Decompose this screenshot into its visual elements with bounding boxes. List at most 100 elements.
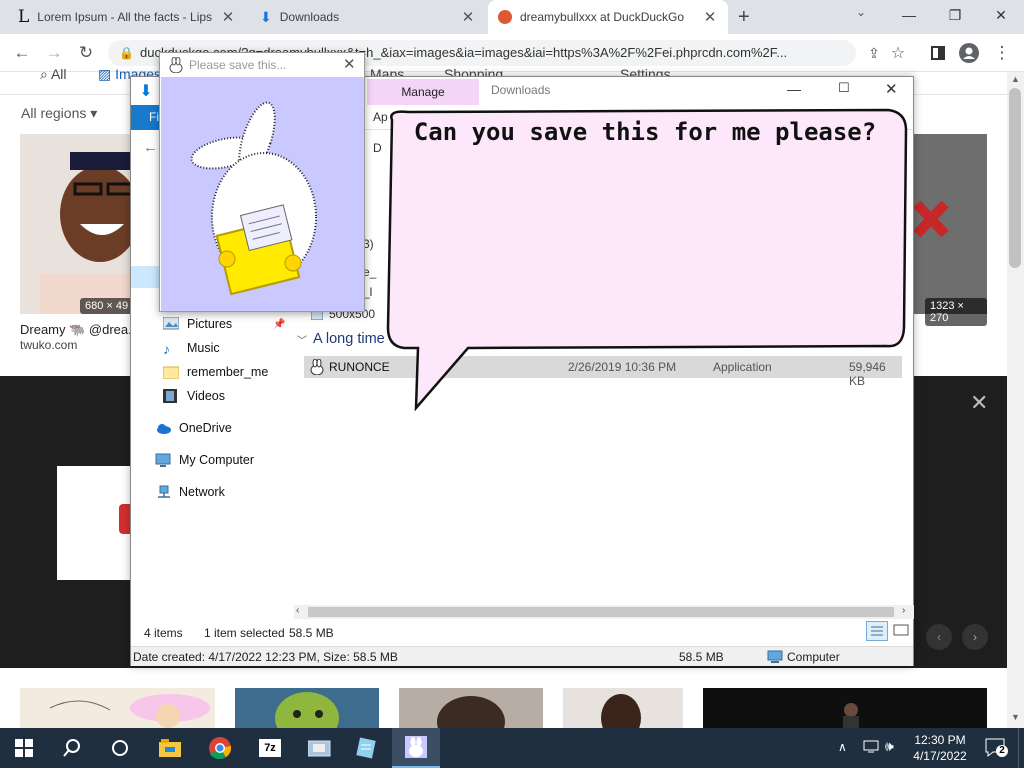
duckduckgo-icon bbox=[498, 10, 512, 24]
details-view-icon[interactable] bbox=[866, 621, 888, 641]
7zip-icon[interactable]: 7z bbox=[246, 728, 294, 768]
page-scrollbar[interactable]: ▲ ▼ bbox=[1007, 72, 1024, 728]
nav-item-my-computer[interactable]: My Computer bbox=[155, 453, 254, 467]
person-thumbnail bbox=[437, 696, 505, 728]
show-desktop-button[interactable] bbox=[1018, 728, 1024, 768]
bunny-app-icon bbox=[168, 57, 184, 73]
nav-item-remember-me[interactable]: remember_me bbox=[163, 365, 268, 379]
onedrive-icon bbox=[157, 424, 171, 434]
show-hidden-icons-chevron[interactable]: ∧ bbox=[838, 740, 847, 754]
profile-icon[interactable] bbox=[957, 42, 981, 64]
browser-tab-downloads[interactable]: ⬇ Downloads ✕ bbox=[250, 0, 486, 34]
maximize-icon[interactable]: ☐ bbox=[838, 80, 850, 96]
image-dimensions-badge: 1323 × 270 bbox=[925, 298, 987, 326]
speech-bubble-text: Can you save this for me please? bbox=[413, 118, 877, 146]
action-center-icon[interactable]: 2 bbox=[984, 736, 1008, 760]
computer-icon bbox=[155, 453, 171, 467]
tab-title: Lorem Ipsum - All the facts - Lips bbox=[37, 10, 213, 24]
image-result-5[interactable] bbox=[399, 688, 543, 728]
network-status-icon[interactable] bbox=[862, 738, 880, 754]
tab-title: Downloads bbox=[279, 10, 340, 24]
close-tab-icon[interactable]: ✕ bbox=[220, 8, 236, 26]
large-icons-view-icon[interactable] bbox=[891, 621, 911, 641]
menu-kebab-icon[interactable]: ⋮ bbox=[990, 42, 1014, 64]
network-icon bbox=[158, 485, 170, 498]
scroll-left-icon[interactable]: ‹ bbox=[296, 605, 299, 616]
clock-time: 12:30 PM bbox=[914, 733, 966, 747]
previous-image-icon[interactable]: ‹ bbox=[926, 624, 952, 650]
image-result-6[interactable] bbox=[563, 688, 683, 728]
download-icon: ⬇ bbox=[260, 8, 272, 25]
image-result-7[interactable] bbox=[703, 688, 987, 728]
collapse-chevron-icon[interactable]: ﹀ bbox=[297, 332, 307, 347]
red-x-thumbnail bbox=[913, 200, 949, 238]
chrome-icon[interactable] bbox=[196, 728, 244, 768]
taskbar-clock[interactable]: 12:30 PM 4/17/2022 bbox=[910, 732, 970, 764]
nav-item-onedrive[interactable]: OneDrive bbox=[155, 421, 232, 435]
nav-label: Music bbox=[187, 341, 220, 355]
image-result-3[interactable] bbox=[20, 688, 215, 728]
close-preview-icon[interactable]: ✕ bbox=[970, 390, 988, 416]
image-result-4[interactable] bbox=[235, 688, 379, 728]
tab-search-chevron-icon[interactable]: ⌄ bbox=[856, 5, 866, 19]
back-arrow-icon[interactable]: ← bbox=[10, 42, 34, 64]
popup-window: Please save this... ✕ bbox=[159, 52, 365, 312]
search-icon[interactable] bbox=[48, 728, 96, 768]
result-source[interactable]: twuko.com bbox=[20, 338, 77, 352]
browser-tab-duckduckgo[interactable]: dreamybullxxx at DuckDuckGo ✕ bbox=[488, 0, 728, 34]
new-tab-button[interactable]: + bbox=[738, 6, 750, 29]
horizontal-scrollbar[interactable]: ‹ › bbox=[294, 605, 914, 619]
ribbon-tab-manage[interactable]: Manage bbox=[367, 79, 479, 105]
status-size: 58.5 MB bbox=[289, 626, 334, 640]
close-tab-icon[interactable]: ✕ bbox=[460, 8, 476, 26]
close-tab-icon[interactable]: ✕ bbox=[702, 8, 718, 26]
computer-icon bbox=[767, 650, 783, 663]
popup-title: Please save this... bbox=[189, 58, 287, 72]
back-arrow-icon[interactable]: ← bbox=[143, 139, 158, 156]
browser-tab-lorem-ipsum[interactable]: L Lorem Ipsum - All the facts - Lips ✕ bbox=[8, 0, 246, 34]
close-icon[interactable]: ✕ bbox=[343, 55, 356, 73]
scroll-down-icon[interactable]: ▼ bbox=[1011, 712, 1020, 722]
stage-thumbnail bbox=[843, 703, 859, 728]
scrollbar-thumb[interactable] bbox=[1009, 88, 1021, 268]
notepad-icon[interactable] bbox=[342, 728, 390, 768]
reload-icon[interactable]: ↻ bbox=[74, 42, 98, 64]
close-window-icon[interactable]: ✕ bbox=[885, 80, 898, 98]
restore-icon[interactable]: ❐ bbox=[932, 0, 978, 30]
scroll-up-icon[interactable]: ▲ bbox=[1011, 74, 1020, 84]
ddg-tab-all[interactable]: ⌕ All bbox=[40, 66, 67, 83]
image-icon: ▨ bbox=[98, 66, 112, 82]
scrollbar-thumb[interactable] bbox=[308, 607, 894, 617]
group-header-a-long-time[interactable]: ﹀ A long time bbox=[297, 331, 385, 347]
file-explorer-icon[interactable] bbox=[146, 728, 194, 768]
volume-icon[interactable]: 🕪 bbox=[885, 738, 894, 755]
image-result-2[interactable]: 1323 × 270 bbox=[905, 134, 987, 326]
minimize-icon[interactable]: — bbox=[886, 0, 932, 30]
forward-arrow-icon[interactable]: → bbox=[42, 42, 66, 64]
nav-label: Network bbox=[179, 485, 225, 499]
app-icon[interactable] bbox=[296, 728, 344, 768]
details-size: 58.5 MB bbox=[679, 650, 724, 664]
minimize-icon[interactable]: — bbox=[787, 81, 801, 97]
side-panel-icon[interactable] bbox=[926, 42, 950, 64]
file-name-partial: e_ bbox=[363, 265, 377, 279]
nav-label: My Computer bbox=[179, 453, 255, 467]
nav-item-network[interactable]: Network bbox=[155, 485, 225, 499]
folder-icon bbox=[163, 366, 179, 379]
quick-access-download-icon[interactable]: ⬇ bbox=[131, 77, 161, 105]
bookmark-star-icon[interactable]: ☆ bbox=[886, 42, 910, 64]
notification-count-badge: 2 bbox=[996, 745, 1008, 757]
next-image-icon[interactable]: › bbox=[962, 624, 988, 650]
region-dropdown[interactable]: All regions ▾ bbox=[21, 105, 97, 122]
cortana-icon[interactable] bbox=[96, 728, 144, 768]
nav-item-music[interactable]: ♪ Music bbox=[163, 341, 220, 357]
pin-icon[interactable]: 📌 bbox=[273, 319, 285, 330]
pictures-icon bbox=[163, 317, 179, 330]
windows-start-icon[interactable] bbox=[0, 728, 48, 768]
scroll-right-icon[interactable]: › bbox=[902, 605, 905, 616]
nav-item-pictures[interactable]: Pictures bbox=[163, 317, 232, 331]
close-window-icon[interactable]: ✕ bbox=[978, 0, 1024, 30]
nav-item-videos[interactable]: Videos bbox=[163, 389, 225, 403]
bunny-icon[interactable] bbox=[392, 728, 440, 768]
share-icon[interactable]: ⇪ bbox=[862, 42, 886, 64]
